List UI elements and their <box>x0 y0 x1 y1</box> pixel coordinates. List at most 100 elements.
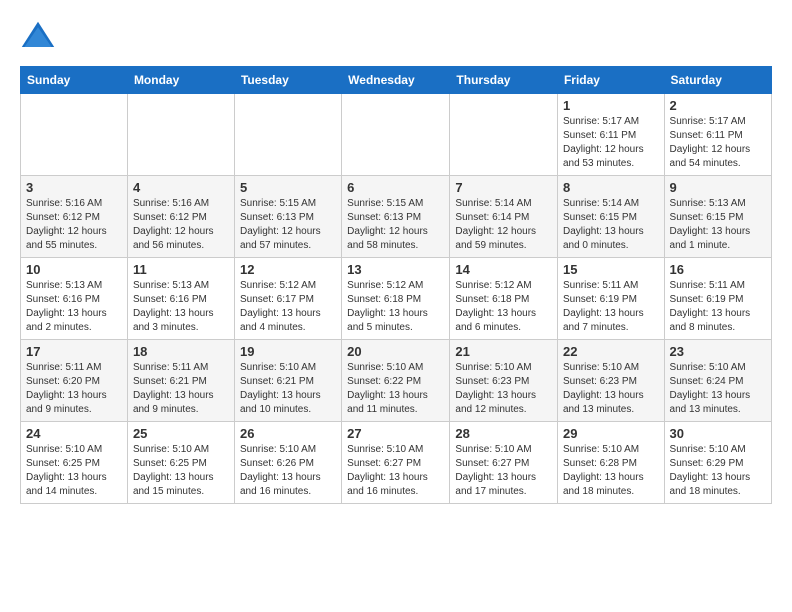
header-saturday: Saturday <box>664 67 771 94</box>
calendar-cell: 11 Sunrise: 5:13 AM Sunset: 6:16 PM Dayli… <box>127 258 234 340</box>
day-info: Sunrise: 5:13 AM Sunset: 6:16 PM Dayligh… <box>26 279 122 335</box>
day-info: Sunrise: 5:15 AM Sunset: 6:13 PM Dayligh… <box>347 197 444 253</box>
day-info: Sunrise: 5:17 AM Sunset: 6:11 PM Dayligh… <box>563 115 659 171</box>
calendar-cell: 8 Sunrise: 5:14 AM Sunset: 6:15 PM Daylig… <box>557 176 664 258</box>
page-header <box>20 20 772 56</box>
day-number: 6 <box>347 180 444 195</box>
day-info: Sunrise: 5:14 AM Sunset: 6:14 PM Dayligh… <box>455 197 552 253</box>
day-number: 9 <box>670 180 766 195</box>
calendar-cell: 24 Sunrise: 5:10 AM Sunset: 6:25 PM Dayli… <box>21 422 128 504</box>
week-row-5: 24 Sunrise: 5:10 AM Sunset: 6:25 PM Dayli… <box>21 422 772 504</box>
day-number: 25 <box>133 426 229 441</box>
calendar-cell <box>234 94 341 176</box>
calendar-cell: 7 Sunrise: 5:14 AM Sunset: 6:14 PM Daylig… <box>450 176 558 258</box>
day-number: 28 <box>455 426 552 441</box>
header-tuesday: Tuesday <box>234 67 341 94</box>
day-number: 12 <box>240 262 336 277</box>
calendar-cell: 5 Sunrise: 5:15 AM Sunset: 6:13 PM Daylig… <box>234 176 341 258</box>
logo <box>20 20 60 56</box>
week-row-3: 10 Sunrise: 5:13 AM Sunset: 6:16 PM Dayli… <box>21 258 772 340</box>
day-info: Sunrise: 5:15 AM Sunset: 6:13 PM Dayligh… <box>240 197 336 253</box>
day-number: 5 <box>240 180 336 195</box>
calendar-cell: 28 Sunrise: 5:10 AM Sunset: 6:27 PM Dayli… <box>450 422 558 504</box>
day-number: 1 <box>563 98 659 113</box>
calendar-cell <box>450 94 558 176</box>
day-number: 18 <box>133 344 229 359</box>
day-info: Sunrise: 5:11 AM Sunset: 6:21 PM Dayligh… <box>133 361 229 417</box>
day-number: 14 <box>455 262 552 277</box>
calendar-cell: 26 Sunrise: 5:10 AM Sunset: 6:26 PM Dayli… <box>234 422 341 504</box>
day-number: 10 <box>26 262 122 277</box>
day-info: Sunrise: 5:10 AM Sunset: 6:25 PM Dayligh… <box>133 443 229 499</box>
header-friday: Friday <box>557 67 664 94</box>
header-wednesday: Wednesday <box>342 67 450 94</box>
calendar-cell: 17 Sunrise: 5:11 AM Sunset: 6:20 PM Dayli… <box>21 340 128 422</box>
day-number: 8 <box>563 180 659 195</box>
calendar-cell: 22 Sunrise: 5:10 AM Sunset: 6:23 PM Dayli… <box>557 340 664 422</box>
calendar-cell: 19Sunrise: 5:10 AM Sunset: 6:21 PM Dayli… <box>234 340 341 422</box>
day-number: 13 <box>347 262 444 277</box>
calendar-cell: 13Sunrise: 5:12 AM Sunset: 6:18 PM Dayli… <box>342 258 450 340</box>
day-info: Sunrise: 5:16 AM Sunset: 6:12 PM Dayligh… <box>26 197 122 253</box>
day-info: Sunrise: 5:10 AM Sunset: 6:26 PM Dayligh… <box>240 443 336 499</box>
calendar-cell <box>342 94 450 176</box>
day-info: Sunrise: 5:13 AM Sunset: 6:15 PM Dayligh… <box>670 197 766 253</box>
calendar-cell: 12 Sunrise: 5:12 AM Sunset: 6:17 PM Dayli… <box>234 258 341 340</box>
calendar-cell: 14 Sunrise: 5:12 AM Sunset: 6:18 PM Dayli… <box>450 258 558 340</box>
day-info: Sunrise: 5:10 AM Sunset: 6:23 PM Dayligh… <box>455 361 552 417</box>
calendar-cell: 21 Sunrise: 5:10 AM Sunset: 6:23 PM Dayli… <box>450 340 558 422</box>
day-number: 20 <box>347 344 444 359</box>
day-number: 29 <box>563 426 659 441</box>
day-number: 4 <box>133 180 229 195</box>
calendar-cell: 30 Sunrise: 5:10 AM Sunset: 6:29 PM Dayli… <box>664 422 771 504</box>
calendar-cell <box>21 94 128 176</box>
day-info: Sunrise: 5:10 AM Sunset: 6:29 PM Dayligh… <box>670 443 766 499</box>
day-info: Sunrise: 5:17 AM Sunset: 6:11 PM Dayligh… <box>670 115 766 171</box>
day-info: Sunrise: 5:11 AM Sunset: 6:20 PM Dayligh… <box>26 361 122 417</box>
header-monday: Monday <box>127 67 234 94</box>
day-number: 17 <box>26 344 122 359</box>
day-info: Sunrise: 5:12 AM Sunset: 6:18 PM Dayligh… <box>455 279 552 335</box>
day-number: 24 <box>26 426 122 441</box>
calendar-cell: 25 Sunrise: 5:10 AM Sunset: 6:25 PM Dayli… <box>127 422 234 504</box>
day-number: 7 <box>455 180 552 195</box>
day-info: Sunrise: 5:12 AM Sunset: 6:17 PM Dayligh… <box>240 279 336 335</box>
day-number: 27 <box>347 426 444 441</box>
day-info: Sunrise: 5:11 AM Sunset: 6:19 PM Dayligh… <box>563 279 659 335</box>
calendar-header-row: SundayMondayTuesdayWednesdayThursdayFrid… <box>21 67 772 94</box>
day-number: 15 <box>563 262 659 277</box>
calendar-cell: 9 Sunrise: 5:13 AM Sunset: 6:15 PM Daylig… <box>664 176 771 258</box>
day-info: Sunrise: 5:10 AM Sunset: 6:27 PM Dayligh… <box>455 443 552 499</box>
day-number: 3 <box>26 180 122 195</box>
day-number: 21 <box>455 344 552 359</box>
calendar-cell: 15 Sunrise: 5:11 AM Sunset: 6:19 PM Dayli… <box>557 258 664 340</box>
calendar-cell: 10 Sunrise: 5:13 AM Sunset: 6:16 PM Dayli… <box>21 258 128 340</box>
day-info: Sunrise: 5:10 AM Sunset: 6:25 PM Dayligh… <box>26 443 122 499</box>
day-info: Sunrise: 5:10 AM Sunset: 6:24 PM Dayligh… <box>670 361 766 417</box>
calendar-cell: 27Sunrise: 5:10 AM Sunset: 6:27 PM Dayli… <box>342 422 450 504</box>
day-number: 22 <box>563 344 659 359</box>
day-info: Sunrise: 5:14 AM Sunset: 6:15 PM Dayligh… <box>563 197 659 253</box>
day-number: 19 <box>240 344 336 359</box>
week-row-1: 1 Sunrise: 5:17 AM Sunset: 6:11 PM Daylig… <box>21 94 772 176</box>
calendar-table: SundayMondayTuesdayWednesdayThursdayFrid… <box>20 66 772 504</box>
calendar-cell: 20Sunrise: 5:10 AM Sunset: 6:22 PM Dayli… <box>342 340 450 422</box>
day-number: 23 <box>670 344 766 359</box>
day-number: 26 <box>240 426 336 441</box>
day-number: 11 <box>133 262 229 277</box>
day-info: Sunrise: 5:10 AM Sunset: 6:23 PM Dayligh… <box>563 361 659 417</box>
calendar-cell: 18 Sunrise: 5:11 AM Sunset: 6:21 PM Dayli… <box>127 340 234 422</box>
calendar-cell: 29Sunrise: 5:10 AM Sunset: 6:28 PM Dayli… <box>557 422 664 504</box>
day-number: 30 <box>670 426 766 441</box>
day-number: 16 <box>670 262 766 277</box>
logo-icon <box>20 20 56 56</box>
calendar-cell: 4Sunrise: 5:16 AM Sunset: 6:12 PM Daylig… <box>127 176 234 258</box>
header-sunday: Sunday <box>21 67 128 94</box>
calendar-cell: 2 Sunrise: 5:17 AM Sunset: 6:11 PM Daylig… <box>664 94 771 176</box>
day-number: 2 <box>670 98 766 113</box>
calendar-cell <box>127 94 234 176</box>
day-info: Sunrise: 5:13 AM Sunset: 6:16 PM Dayligh… <box>133 279 229 335</box>
calendar-cell: 16Sunrise: 5:11 AM Sunset: 6:19 PM Dayli… <box>664 258 771 340</box>
week-row-4: 17 Sunrise: 5:11 AM Sunset: 6:20 PM Dayli… <box>21 340 772 422</box>
calendar-cell: 6 Sunrise: 5:15 AM Sunset: 6:13 PM Daylig… <box>342 176 450 258</box>
